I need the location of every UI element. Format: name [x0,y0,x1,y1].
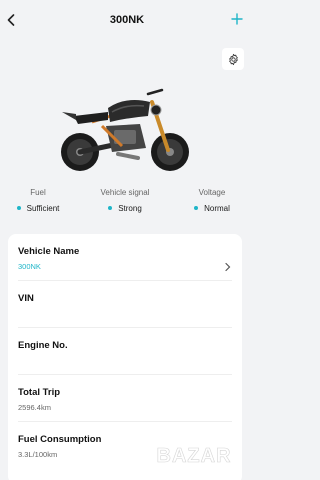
plus-icon [231,13,243,25]
vin-label: VIN [18,293,34,304]
gear-icon [228,53,238,65]
fuel-value: Sufficient [26,203,60,213]
divider [18,327,232,328]
divider [18,280,232,281]
watermark-text: BAZAR [157,445,232,467]
divider [18,374,232,375]
signal-status: Vehicle signal Strong [85,188,165,215]
total-trip-value: 2596.4km [18,403,51,412]
signal-value: Strong [118,203,142,213]
engine-no-row: Engine No. [18,340,232,351]
top-bar: 300NK [0,0,254,42]
engine-no-label: Engine No. [18,340,68,351]
chevron-right-icon[interactable] [224,262,232,272]
vehicle-name-label: Vehicle Name [18,246,80,257]
voltage-label: Voltage [198,188,226,197]
fuel-label: Fuel [30,188,46,197]
signal-label: Vehicle signal [100,188,150,197]
voltage-value: Normal [204,203,230,213]
status-row: Fuel Sufficient Vehicle signal Strong Vo… [0,188,254,220]
divider [18,421,232,422]
watermark-logo: BAZAR [156,436,232,467]
status-dot-icon [16,206,21,210]
status-dot-icon [194,206,199,210]
settings-button[interactable] [222,48,244,70]
total-trip-row: Total Trip 2596.4km [18,387,232,412]
voltage-status: Voltage Normal [172,188,252,215]
total-trip-label: Total Trip [18,387,61,398]
motorcycle-image [61,88,189,171]
fuel-status: Fuel Sufficient [0,188,78,215]
vehicle-name-value: 300NK [18,262,41,271]
add-button[interactable] [230,12,244,26]
vehicle-name-row[interactable]: Vehicle Name 300NK [18,246,232,271]
vin-row: VIN [18,293,232,304]
status-dot-icon [108,206,113,210]
page-title: 300NK [109,14,145,26]
